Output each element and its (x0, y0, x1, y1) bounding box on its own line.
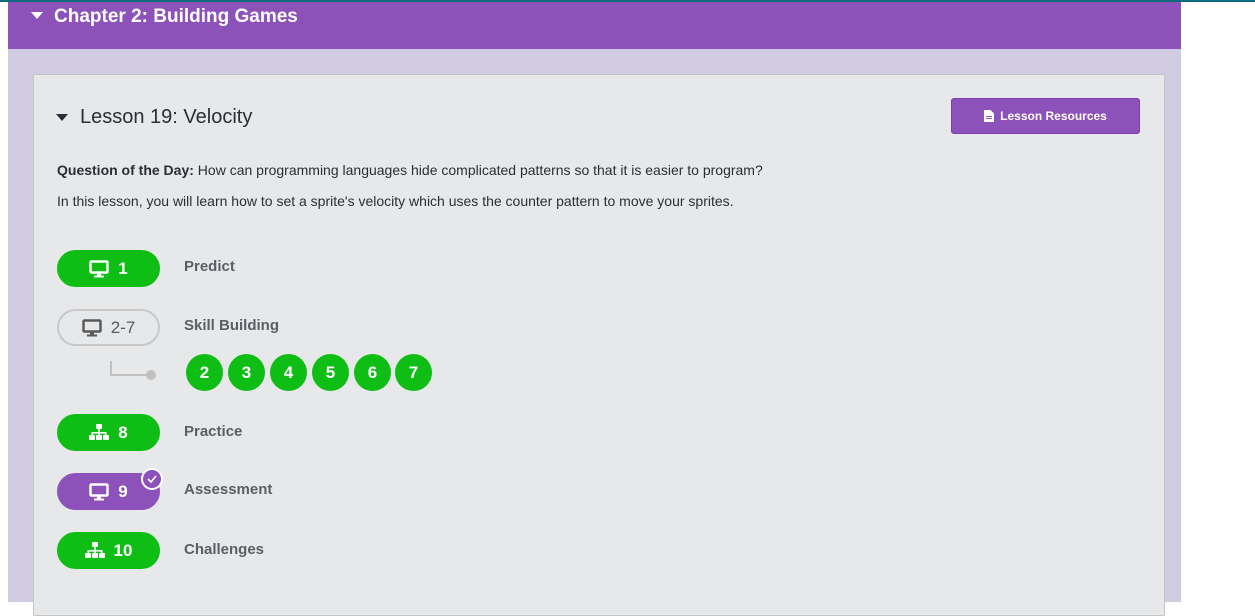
sublevel-bubble-5[interactable]: 5 (312, 354, 349, 391)
level-label-skill-building[interactable]: Skill Building (184, 317, 279, 335)
file-icon (984, 110, 995, 122)
lesson-title: Lesson 19: Velocity (80, 106, 253, 128)
desktop-icon (81, 318, 102, 336)
chapter-title: Chapter 2: Building Games (54, 6, 298, 27)
desktop-icon (89, 482, 110, 500)
lesson-intro: In this lesson, you will learn how to se… (57, 193, 734, 209)
chapter-header[interactable]: Chapter 2: Building Games (8, 2, 1181, 49)
level-number: 8 (118, 422, 128, 442)
sublevel-bubble-4[interactable]: 4 (270, 354, 307, 391)
level-bubble-2-7[interactable]: 2-7 (57, 309, 160, 346)
chapter-section: Chapter 2: Building Games Lesson 19: Vel… (8, 2, 1181, 616)
qotd-label: Question of the Day: (57, 162, 194, 178)
level-bubble-8[interactable]: 8 (57, 414, 160, 451)
qotd-text: How can programming languages hide compl… (193, 162, 763, 178)
sitemap-icon (84, 541, 105, 558)
question-of-the-day: Question of the Day: How can programming… (57, 161, 763, 179)
sublevel-bubble-6[interactable]: 6 (354, 354, 391, 391)
level-label-assessment[interactable]: Assessment (184, 481, 272, 499)
level-bubble-10[interactable]: 10 (57, 532, 160, 569)
level-number: 9 (118, 481, 128, 501)
caret-down-icon[interactable] (56, 114, 68, 121)
level-label-practice[interactable]: Practice (184, 423, 242, 441)
level-label-predict[interactable]: Predict (184, 258, 235, 276)
level-number: 1 (118, 258, 128, 278)
sublevel-bubble-7[interactable]: 7 (395, 354, 432, 391)
caret-down-icon[interactable] (31, 12, 43, 19)
lesson-resources-label: Lesson Resources (1000, 109, 1107, 123)
sublevel-bubble-2[interactable]: 2 (186, 354, 223, 391)
sublevel-connector-dot (146, 370, 156, 380)
level-number: 2-7 (110, 317, 136, 337)
level-label-challenges[interactable]: Challenges (184, 541, 264, 559)
desktop-icon (89, 259, 110, 277)
sublevel-bubble-3[interactable]: 3 (228, 354, 265, 391)
sublevel-connector (110, 374, 150, 376)
lesson-resources-button[interactable]: Lesson Resources (951, 98, 1140, 134)
level-number: 10 (113, 540, 133, 560)
check-icon (141, 468, 163, 490)
sitemap-icon (89, 423, 110, 440)
sublevel-connector (110, 361, 112, 375)
lesson-card: Lesson 19: Velocity Lesson Resources Que… (33, 74, 1165, 616)
level-bubble-1[interactable]: 1 (57, 250, 160, 287)
